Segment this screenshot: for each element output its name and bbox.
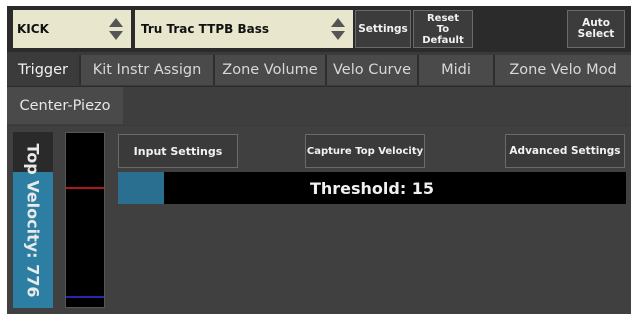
threshold-marker — [66, 296, 104, 298]
auto-select-button[interactable]: Auto Select — [567, 10, 625, 48]
tab-trigger[interactable]: Trigger — [7, 55, 81, 85]
top-toolbar: KICK Tru Trac TTPB Bass Settings Reset T… — [7, 6, 631, 52]
kit-select[interactable]: KICK — [13, 10, 131, 48]
trigger-content: Top Velocity: 776 Input Settings Capture… — [7, 126, 631, 314]
input-settings-button[interactable]: Input Settings — [118, 134, 238, 168]
arrow-down-icon[interactable] — [331, 31, 345, 40]
threshold-slider[interactable]: Threshold: 15 — [118, 172, 626, 204]
kit-select-label: KICK — [17, 22, 49, 36]
top-velocity-marker — [66, 187, 104, 189]
tab-velo-curve[interactable]: Velo Curve — [327, 55, 419, 85]
tab-zone-velo-mod[interactable]: Zone Velo Mod — [495, 55, 631, 85]
tab-kit-instr-assign[interactable]: Kit Instr Assign — [81, 55, 215, 85]
instrument-select-label: Tru Trac TTPB Bass — [141, 22, 269, 36]
tab-center-piezo[interactable]: Center-Piezo — [7, 87, 123, 124]
arrow-down-icon[interactable] — [109, 31, 123, 40]
tab-zone-volume[interactable]: Zone Volume — [215, 55, 327, 85]
capture-top-velocity-button[interactable]: Capture Top Velocity — [305, 134, 425, 168]
settings-button[interactable]: Settings — [355, 10, 411, 48]
threshold-label: Threshold: 15 — [309, 178, 435, 198]
zone-tabs: Center-Piezo — [7, 86, 631, 125]
tab-midi[interactable]: Midi — [419, 55, 495, 85]
top-velocity-panel: Top Velocity: 776 — [13, 132, 53, 308]
arrow-up-icon[interactable] — [109, 18, 123, 27]
main-tabs: Trigger Kit Instr Assign Zone Volume Vel… — [7, 55, 631, 85]
arrow-up-icon[interactable] — [331, 18, 345, 27]
instrument-spinner-icon[interactable] — [331, 18, 345, 40]
top-velocity-label: Top Velocity: 776 — [23, 142, 43, 298]
kit-spinner-icon[interactable] — [109, 18, 123, 40]
instrument-select[interactable]: Tru Trac TTPB Bass — [135, 10, 353, 48]
reset-to-default-button[interactable]: Reset To Default — [413, 10, 473, 48]
advanced-settings-button[interactable]: Advanced Settings — [505, 134, 625, 168]
velocity-meter — [65, 132, 105, 308]
app-window: KICK Tru Trac TTPB Bass Settings Reset T… — [7, 6, 631, 314]
